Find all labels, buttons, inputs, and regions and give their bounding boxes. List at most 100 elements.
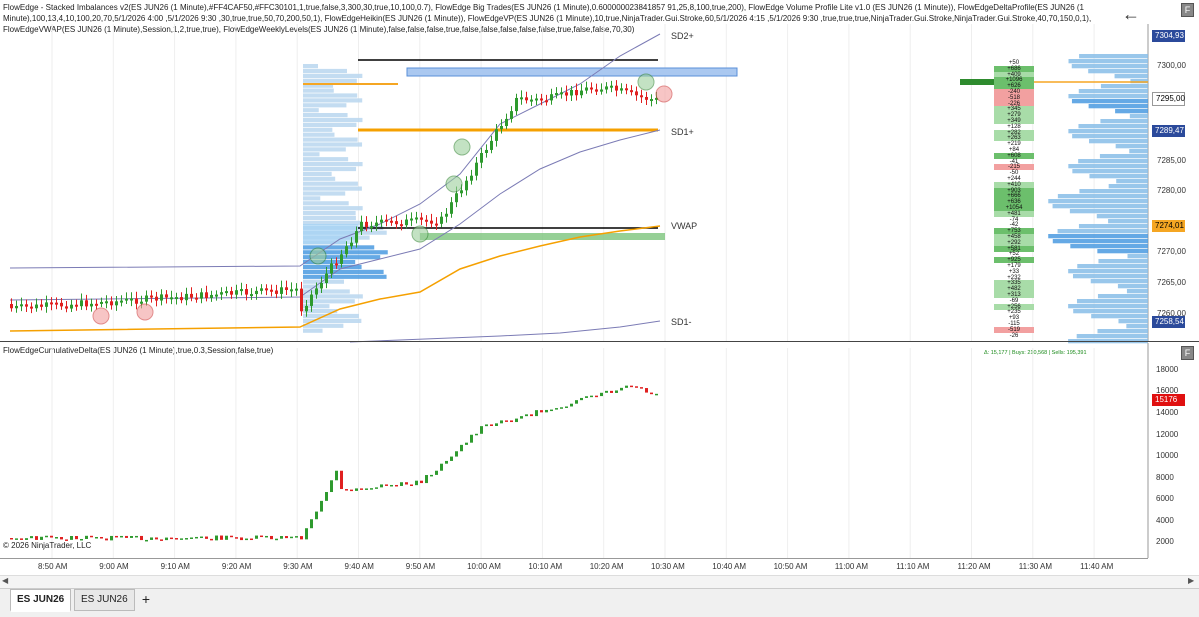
candle-body: [440, 216, 443, 224]
candle-body: [135, 298, 138, 304]
delta-bar: [645, 388, 648, 393]
profile-bar: [1072, 274, 1148, 279]
profile-bar: [1097, 294, 1148, 299]
profile-bar: [1088, 104, 1148, 109]
delta-bar: [325, 492, 328, 501]
time-axis-label: 10:00 AM: [467, 562, 501, 571]
delta-bar: [485, 424, 488, 427]
delta-bar: [220, 535, 223, 540]
time-axis-label: 11:00 AM: [834, 562, 869, 571]
delta-bar: [400, 482, 403, 486]
profile-bar: [303, 142, 363, 147]
scroll-right-icon[interactable]: ▶: [1188, 576, 1194, 585]
delta-bar: [495, 423, 498, 426]
candle-body: [460, 190, 463, 194]
delta-bar: [280, 536, 283, 539]
back-arrow-icon[interactable]: ←: [1122, 4, 1140, 25]
delta-bar: [105, 538, 108, 541]
delta-bar: [150, 537, 153, 540]
delta-bar: [255, 535, 258, 539]
delta-bar: [455, 451, 458, 457]
profile-bar: [1089, 174, 1148, 179]
time-axis-line: [0, 558, 1148, 559]
delta-bar: [620, 387, 623, 391]
candle-body: [315, 288, 318, 295]
add-tab-icon[interactable]: +: [137, 590, 155, 608]
candle-body: [335, 263, 338, 266]
time-axis-label: 10:50 AM: [773, 562, 808, 571]
delta-bar: [300, 536, 303, 540]
price-axis-label: 7265,00: [1157, 278, 1186, 287]
delta-bar: [385, 484, 388, 486]
profile-bar: [303, 88, 334, 93]
delta-bar: [230, 535, 233, 538]
scroll-left-icon[interactable]: ◀: [2, 576, 8, 585]
candle-body: [250, 294, 253, 297]
profile-bar: [303, 211, 356, 216]
vwap-sd1plus-label: SD1+: [671, 127, 694, 137]
candle-body: [530, 99, 533, 102]
candle-body: [585, 87, 588, 91]
profile-bar: [303, 176, 336, 181]
profile-bar: [1076, 334, 1148, 339]
candle-body: [490, 140, 493, 150]
profile-bar: [303, 152, 320, 157]
time-axis-label: 10:30 AM: [651, 562, 685, 571]
delta-bar: [160, 539, 163, 541]
profile-bar: [303, 201, 349, 206]
candle-body: [435, 223, 438, 226]
candle-body: [450, 202, 453, 214]
candle-body: [30, 306, 33, 309]
delta-bar: [250, 538, 253, 541]
candle-body: [200, 292, 203, 299]
profile-bar: [303, 98, 363, 103]
candle-body: [430, 220, 433, 224]
delta-bar: [465, 442, 468, 445]
delta-bar: [655, 393, 658, 396]
tab-es-jun26-active[interactable]: ES JUN26: [10, 589, 72, 612]
price-panel-f-button[interactable]: F: [1181, 3, 1194, 17]
profile-bar: [303, 269, 384, 274]
candle-body: [240, 289, 243, 292]
candle-body: [550, 94, 553, 101]
cumulative-delta-chart[interactable]: [0, 343, 1199, 558]
profile-bar: [1077, 264, 1148, 269]
profile-bar: [1078, 159, 1148, 164]
delta-axis-label: 4000: [1156, 516, 1174, 525]
delta-axis-label: 6000: [1156, 494, 1174, 503]
profile-bar: [303, 196, 321, 201]
price-tag-last: 7295,00: [1152, 92, 1185, 106]
candle-body: [105, 301, 108, 304]
time-axis[interactable]: 8:50 AM 9:00 AM 9:10 AM 9:20 AM 9:30 AM 9:40 …: [0, 562, 1148, 574]
candle-body: [205, 292, 208, 298]
profile-bar: [303, 186, 362, 191]
candle-body: [445, 213, 448, 217]
candle-body: [635, 91, 638, 96]
horizontal-scrollbar[interactable]: [0, 575, 1199, 588]
profile-bar: [1114, 74, 1148, 79]
delta-axis-label: 14000: [1156, 408, 1179, 417]
delta-bar: [430, 474, 433, 477]
candle-body: [140, 301, 143, 304]
profile-bar: [1078, 89, 1148, 94]
profile-bar: [303, 64, 318, 69]
delta-bar: [200, 536, 203, 539]
panel-divider[interactable]: [0, 341, 1199, 342]
candle-body: [255, 290, 258, 295]
candle-body: [275, 290, 278, 294]
candle-body: [220, 292, 223, 295]
candle-body: [25, 304, 28, 307]
candle-body: [270, 289, 273, 292]
tab-es-jun26[interactable]: ES JUN26: [74, 589, 135, 611]
profile-bar: [1088, 69, 1148, 74]
candle-body: [340, 254, 343, 264]
delta-bar: [75, 536, 78, 540]
candle-body: [520, 97, 523, 100]
profile-bar: [1079, 189, 1148, 194]
candle-body: [355, 231, 358, 243]
time-axis-label: 11:20 AM: [957, 562, 991, 571]
delta-bar: [625, 385, 628, 388]
vwap-sd1minus-label: SD1-: [671, 317, 692, 327]
profile-bar: [1108, 184, 1148, 189]
delta-axis-label: 12000: [1156, 430, 1179, 439]
